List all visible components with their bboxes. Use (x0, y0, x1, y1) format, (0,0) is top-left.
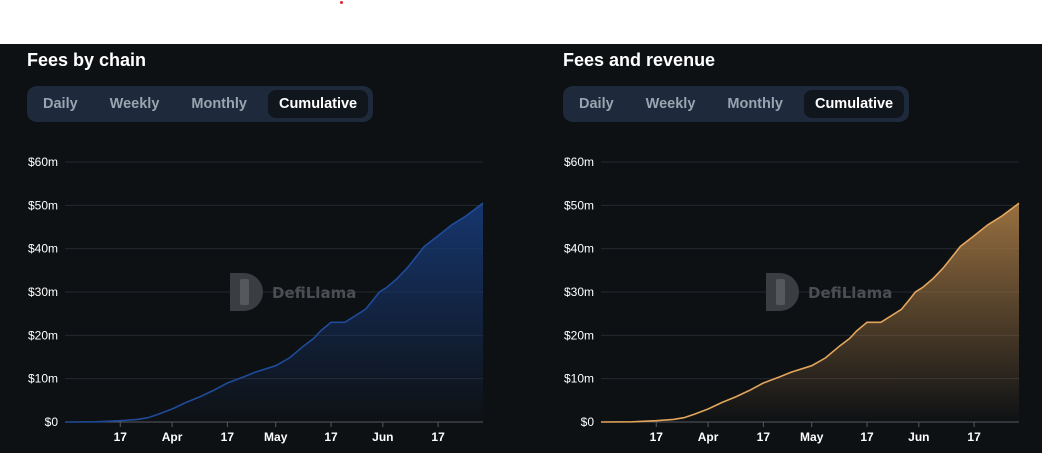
y-tick-label: $60m (28, 155, 58, 169)
y-tick-label: $10m (28, 372, 58, 386)
y-tick-label: $20m (28, 328, 58, 342)
fees-and-revenue-panel: Fees and revenue Daily Weekly Monthly Cu… (536, 44, 1042, 453)
x-tick-label: Jun (372, 430, 393, 444)
tab-weekly[interactable]: Weekly (99, 90, 171, 118)
x-tick-label: 17 (221, 430, 235, 444)
fees-by-chain-chart: $0 $10m $20m $30m $40m $50m $60m DefiLlama 17 Apr… (28, 155, 484, 444)
fees-and-revenue-chart: $0 $10m $20m $30m $40m $50m $60m DefiLlama 17 Apr… (564, 155, 1020, 444)
y-tick-label: $20m (564, 328, 594, 342)
x-tick-label: 17 (967, 430, 981, 444)
period-tabs: Daily Weekly Monthly Cumulative (27, 86, 374, 122)
x-tick-label: Jun (908, 430, 929, 444)
y-tick-label: $0 (45, 415, 59, 429)
tab-monthly[interactable]: Monthly (180, 90, 258, 118)
x-tick-label: Apr (162, 430, 183, 444)
x-tick-label: 17 (860, 430, 874, 444)
watermark-text: DefiLlama (808, 284, 892, 302)
chart-title: Fees and revenue (563, 50, 716, 70)
area-fill (601, 203, 1019, 422)
x-tick-label: 17 (757, 430, 771, 444)
y-tick-label: $40m (28, 242, 58, 256)
x-tick-label: 17 (650, 430, 664, 444)
y-tick-label: $10m (564, 372, 594, 386)
watermark-text: DefiLlama (272, 284, 356, 302)
x-tick-label: Apr (698, 430, 719, 444)
y-tick-label: $30m (564, 285, 594, 299)
x-tick-label: 17 (114, 430, 128, 444)
y-tick-label: $30m (28, 285, 58, 299)
defillama-logo-icon (230, 273, 263, 311)
fees-by-chain-panel: Fees by chain Daily Weekly Monthly Cumul… (0, 44, 521, 453)
x-tick-label: 17 (431, 430, 445, 444)
tab-cumulative[interactable]: Cumulative (803, 90, 905, 118)
x-tick-label: May (264, 430, 288, 444)
defillama-logo-icon (766, 273, 799, 311)
tab-daily[interactable]: Daily (32, 90, 89, 118)
y-tick-label: $40m (564, 242, 594, 256)
tab-cumulative[interactable]: Cumulative (267, 90, 369, 118)
red-dot (340, 1, 343, 4)
tab-weekly[interactable]: Weekly (635, 90, 707, 118)
y-tick-label: $50m (564, 198, 594, 212)
tab-monthly[interactable]: Monthly (716, 90, 794, 118)
y-tick-label: $50m (28, 198, 58, 212)
y-tick-label: $0 (581, 415, 595, 429)
tab-daily[interactable]: Daily (568, 90, 625, 118)
x-tick-label: 17 (324, 430, 338, 444)
top-strip (0, 0, 1042, 44)
area-fill (65, 203, 483, 422)
y-tick-label: $60m (564, 155, 594, 169)
x-tick-label: May (800, 430, 824, 444)
chart-title: Fees by chain (27, 50, 147, 70)
period-tabs: Daily Weekly Monthly Cumulative (563, 86, 910, 122)
